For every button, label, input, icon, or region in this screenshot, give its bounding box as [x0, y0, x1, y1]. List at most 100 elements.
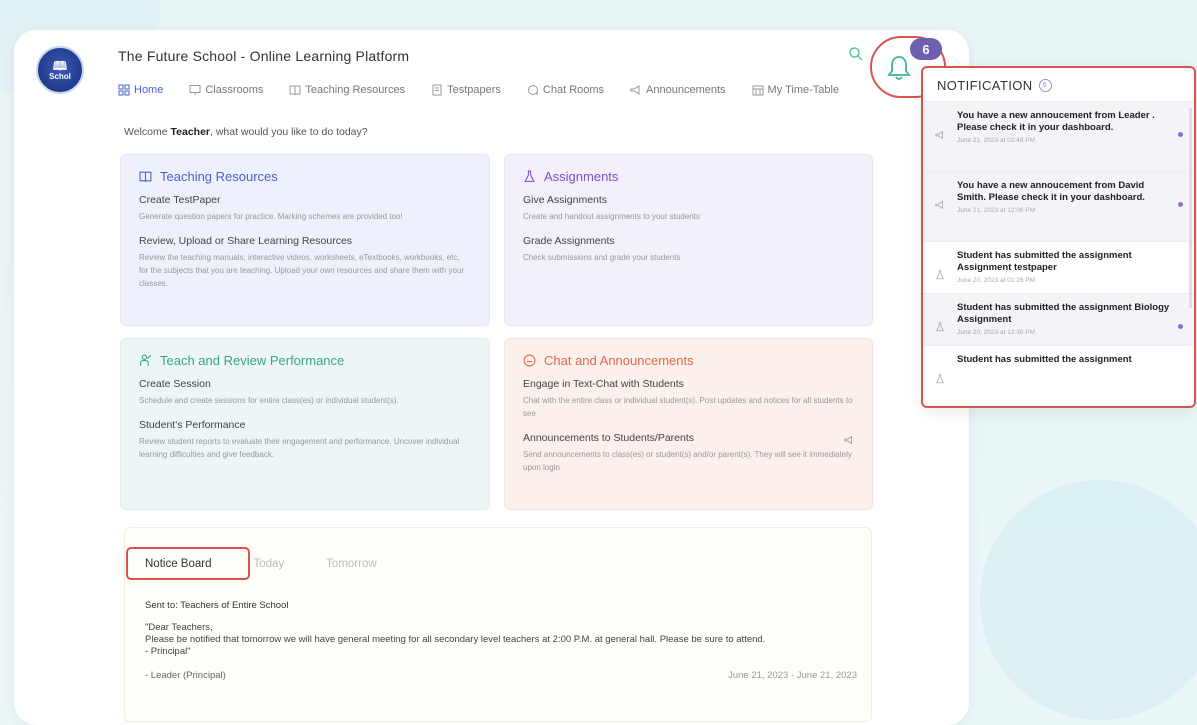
- notice-message-line: - Principal": [145, 646, 191, 657]
- notice-message-line: Please be notified that tomorrow we will…: [145, 634, 766, 645]
- notice-message-line: "Dear Teachers,: [145, 622, 213, 633]
- notification-header: NOTIFICATION 6: [923, 68, 1194, 101]
- nav-home-label: Home: [134, 84, 164, 96]
- notification-item[interactable]: You have a new annoucement from Leader .…: [923, 101, 1194, 171]
- item-description: Chat with the entire class or individual…: [523, 396, 853, 418]
- nav-home[interactable]: Home: [118, 84, 163, 96]
- create-testpaper-link[interactable]: Create TestPaper: [139, 194, 471, 206]
- notification-text: You have a new annoucement from David Sm…: [957, 180, 1145, 203]
- notice-dates: June 21, 2023 - June 21, 2023: [728, 670, 857, 681]
- unread-dot: [1178, 132, 1183, 137]
- text-chat-link[interactable]: Engage in Text-Chat with Students: [523, 378, 854, 390]
- bell-icon: [887, 56, 911, 80]
- megaphone-icon: [935, 130, 943, 140]
- app-window: 🕮 Schol The Future School - Online Learn…: [14, 30, 969, 725]
- nav-teaching-resources-label: Teaching Resources: [305, 84, 406, 96]
- nav-teaching-resources[interactable]: Teaching Resources: [289, 84, 405, 96]
- assignments-card[interactable]: Assignments Give Assignments Create and …: [504, 154, 873, 326]
- create-session-link[interactable]: Create Session: [139, 378, 471, 390]
- tab-notice-board[interactable]: Notice Board: [145, 558, 211, 570]
- teach-review-performance-card[interactable]: Teach and Review Performance Create Sess…: [120, 338, 490, 510]
- notification-item[interactable]: You have a new annoucement from David Sm…: [923, 171, 1194, 241]
- nav-announcements[interactable]: Announcements: [630, 84, 726, 96]
- nav-testpapers[interactable]: Testpapers: [431, 84, 501, 96]
- announcements-link[interactable]: Announcements to Students/Parents: [523, 432, 694, 444]
- nav-testpapers-label: Testpapers: [447, 84, 501, 96]
- review-resources-link[interactable]: Review, Upload or Share Learning Resourc…: [139, 235, 471, 247]
- item-description: Schedule and create sessions for entire …: [139, 396, 399, 405]
- book-icon: [289, 85, 301, 96]
- board-icon: [189, 85, 201, 95]
- megaphone-icon: [630, 85, 640, 95]
- notification-text: You have a new annoucement from Leader .…: [957, 110, 1155, 133]
- nav-classrooms-label: Classrooms: [205, 84, 264, 96]
- notification-item[interactable]: Student has submitted the assignment: [923, 345, 1194, 397]
- notification-time: June 21, 2023 at 12:06 PM: [957, 207, 1036, 214]
- teaching-resources-card[interactable]: Teaching Resources Create TestPaper Gene…: [120, 154, 490, 326]
- logo-text: Schol: [49, 71, 71, 81]
- search-icon[interactable]: [848, 46, 864, 62]
- calendar-icon: [752, 85, 764, 96]
- card-title: Chat and Announcements: [523, 353, 854, 368]
- paper-icon: [432, 84, 442, 96]
- megaphone-icon: [844, 435, 852, 445]
- tab-tomorrow[interactable]: Tomorrow: [326, 558, 376, 570]
- item-description: Create and handout assignments to your s…: [523, 212, 700, 221]
- notice-author: - Leader (Principal): [145, 670, 226, 681]
- nav-classrooms[interactable]: Classrooms: [189, 84, 263, 96]
- flask-icon: [524, 170, 535, 182]
- notification-header-title: NOTIFICATION: [937, 78, 1033, 93]
- give-assignments-link[interactable]: Give Assignments: [523, 194, 854, 206]
- announcements-row: Announcements to Students/Parents: [523, 432, 854, 448]
- unread-dot: [1178, 202, 1183, 207]
- item-description: Review the teaching manuals, interactive…: [139, 253, 465, 288]
- flask-icon: [935, 322, 945, 332]
- item-description: Review student reports to evaluate their…: [139, 437, 460, 459]
- notification-text: Student has submitted the assignment: [957, 354, 1132, 365]
- notification-count-badge: 6: [910, 38, 942, 60]
- item-description: Check submissions and grade your student…: [523, 253, 681, 262]
- card-title: Teaching Resources: [139, 169, 471, 184]
- school-logo[interactable]: 🕮 Schol: [36, 46, 84, 94]
- notice-recipients: Sent to: Teachers of Entire School: [145, 600, 289, 611]
- student-performance-link[interactable]: Student's Performance: [139, 419, 471, 431]
- notice-footer: - Leader (Principal) June 21, 2023 - Jun…: [145, 670, 857, 682]
- card-title: Teach and Review Performance: [139, 353, 471, 368]
- notification-header-count: 6: [1038, 79, 1052, 92]
- chat-bubble-icon: [523, 354, 536, 367]
- notification-time: June 20, 2023 at 12:30 PM: [957, 329, 1036, 336]
- app-title: The Future School - Online Learning Plat…: [118, 48, 410, 64]
- welcome-role: Teacher: [170, 126, 211, 138]
- nav-chat-rooms[interactable]: Chat Rooms: [527, 84, 604, 96]
- book-icon: [139, 171, 152, 182]
- notice-body: Sent to: Teachers of Entire School "Dear…: [145, 600, 857, 682]
- tab-today[interactable]: Today: [253, 558, 284, 570]
- nav-my-time-table-label: My Time-Table: [767, 84, 840, 96]
- nav-chat-rooms-label: Chat Rooms: [542, 84, 605, 96]
- grid-icon: [118, 84, 130, 96]
- nav-my-time-table[interactable]: My Time-Table: [752, 84, 840, 96]
- book-emblem-icon: 🕮: [52, 58, 68, 73]
- unread-dot: [1178, 324, 1183, 329]
- notification-text: Student has submitted the assignment Ass…: [957, 250, 1132, 273]
- notification-item[interactable]: Student has submitted the assignment Ass…: [923, 241, 1194, 293]
- welcome-message: Welcome Teacher, what would you like to …: [124, 126, 368, 138]
- grade-assignments-link[interactable]: Grade Assignments: [523, 235, 854, 247]
- chat-announcements-card[interactable]: Chat and Announcements Engage in Text-Ch…: [504, 338, 873, 510]
- notification-text: Student has submitted the assignment Bio…: [957, 302, 1170, 325]
- notice-tabs: Notice Board Today Tomorrow: [145, 558, 377, 570]
- notice-board-panel: Notice Board Today Tomorrow Sent to: Tea…: [124, 527, 872, 722]
- flask-icon: [935, 374, 945, 384]
- nav-announcements-label: Announcements: [646, 84, 726, 96]
- notification-panel: NOTIFICATION 6 You have a new annoucemen…: [921, 66, 1196, 408]
- notification-item[interactable]: Student has submitted the assignment Bio…: [923, 293, 1194, 345]
- card-title: Assignments: [523, 169, 854, 184]
- notification-time: June 20, 2023 at 01:26 PM: [957, 277, 1036, 284]
- notification-time: June 21, 2023 at 02:48 PM: [957, 137, 1036, 144]
- notification-scrollbar[interactable]: [1189, 108, 1192, 308]
- megaphone-icon: [935, 200, 943, 210]
- item-description: Generate question papers for practice. M…: [139, 212, 403, 221]
- chat-icon: [527, 85, 539, 96]
- main-nav: Home Classrooms Teaching Resources Testp…: [118, 84, 865, 96]
- flask-icon: [935, 270, 945, 280]
